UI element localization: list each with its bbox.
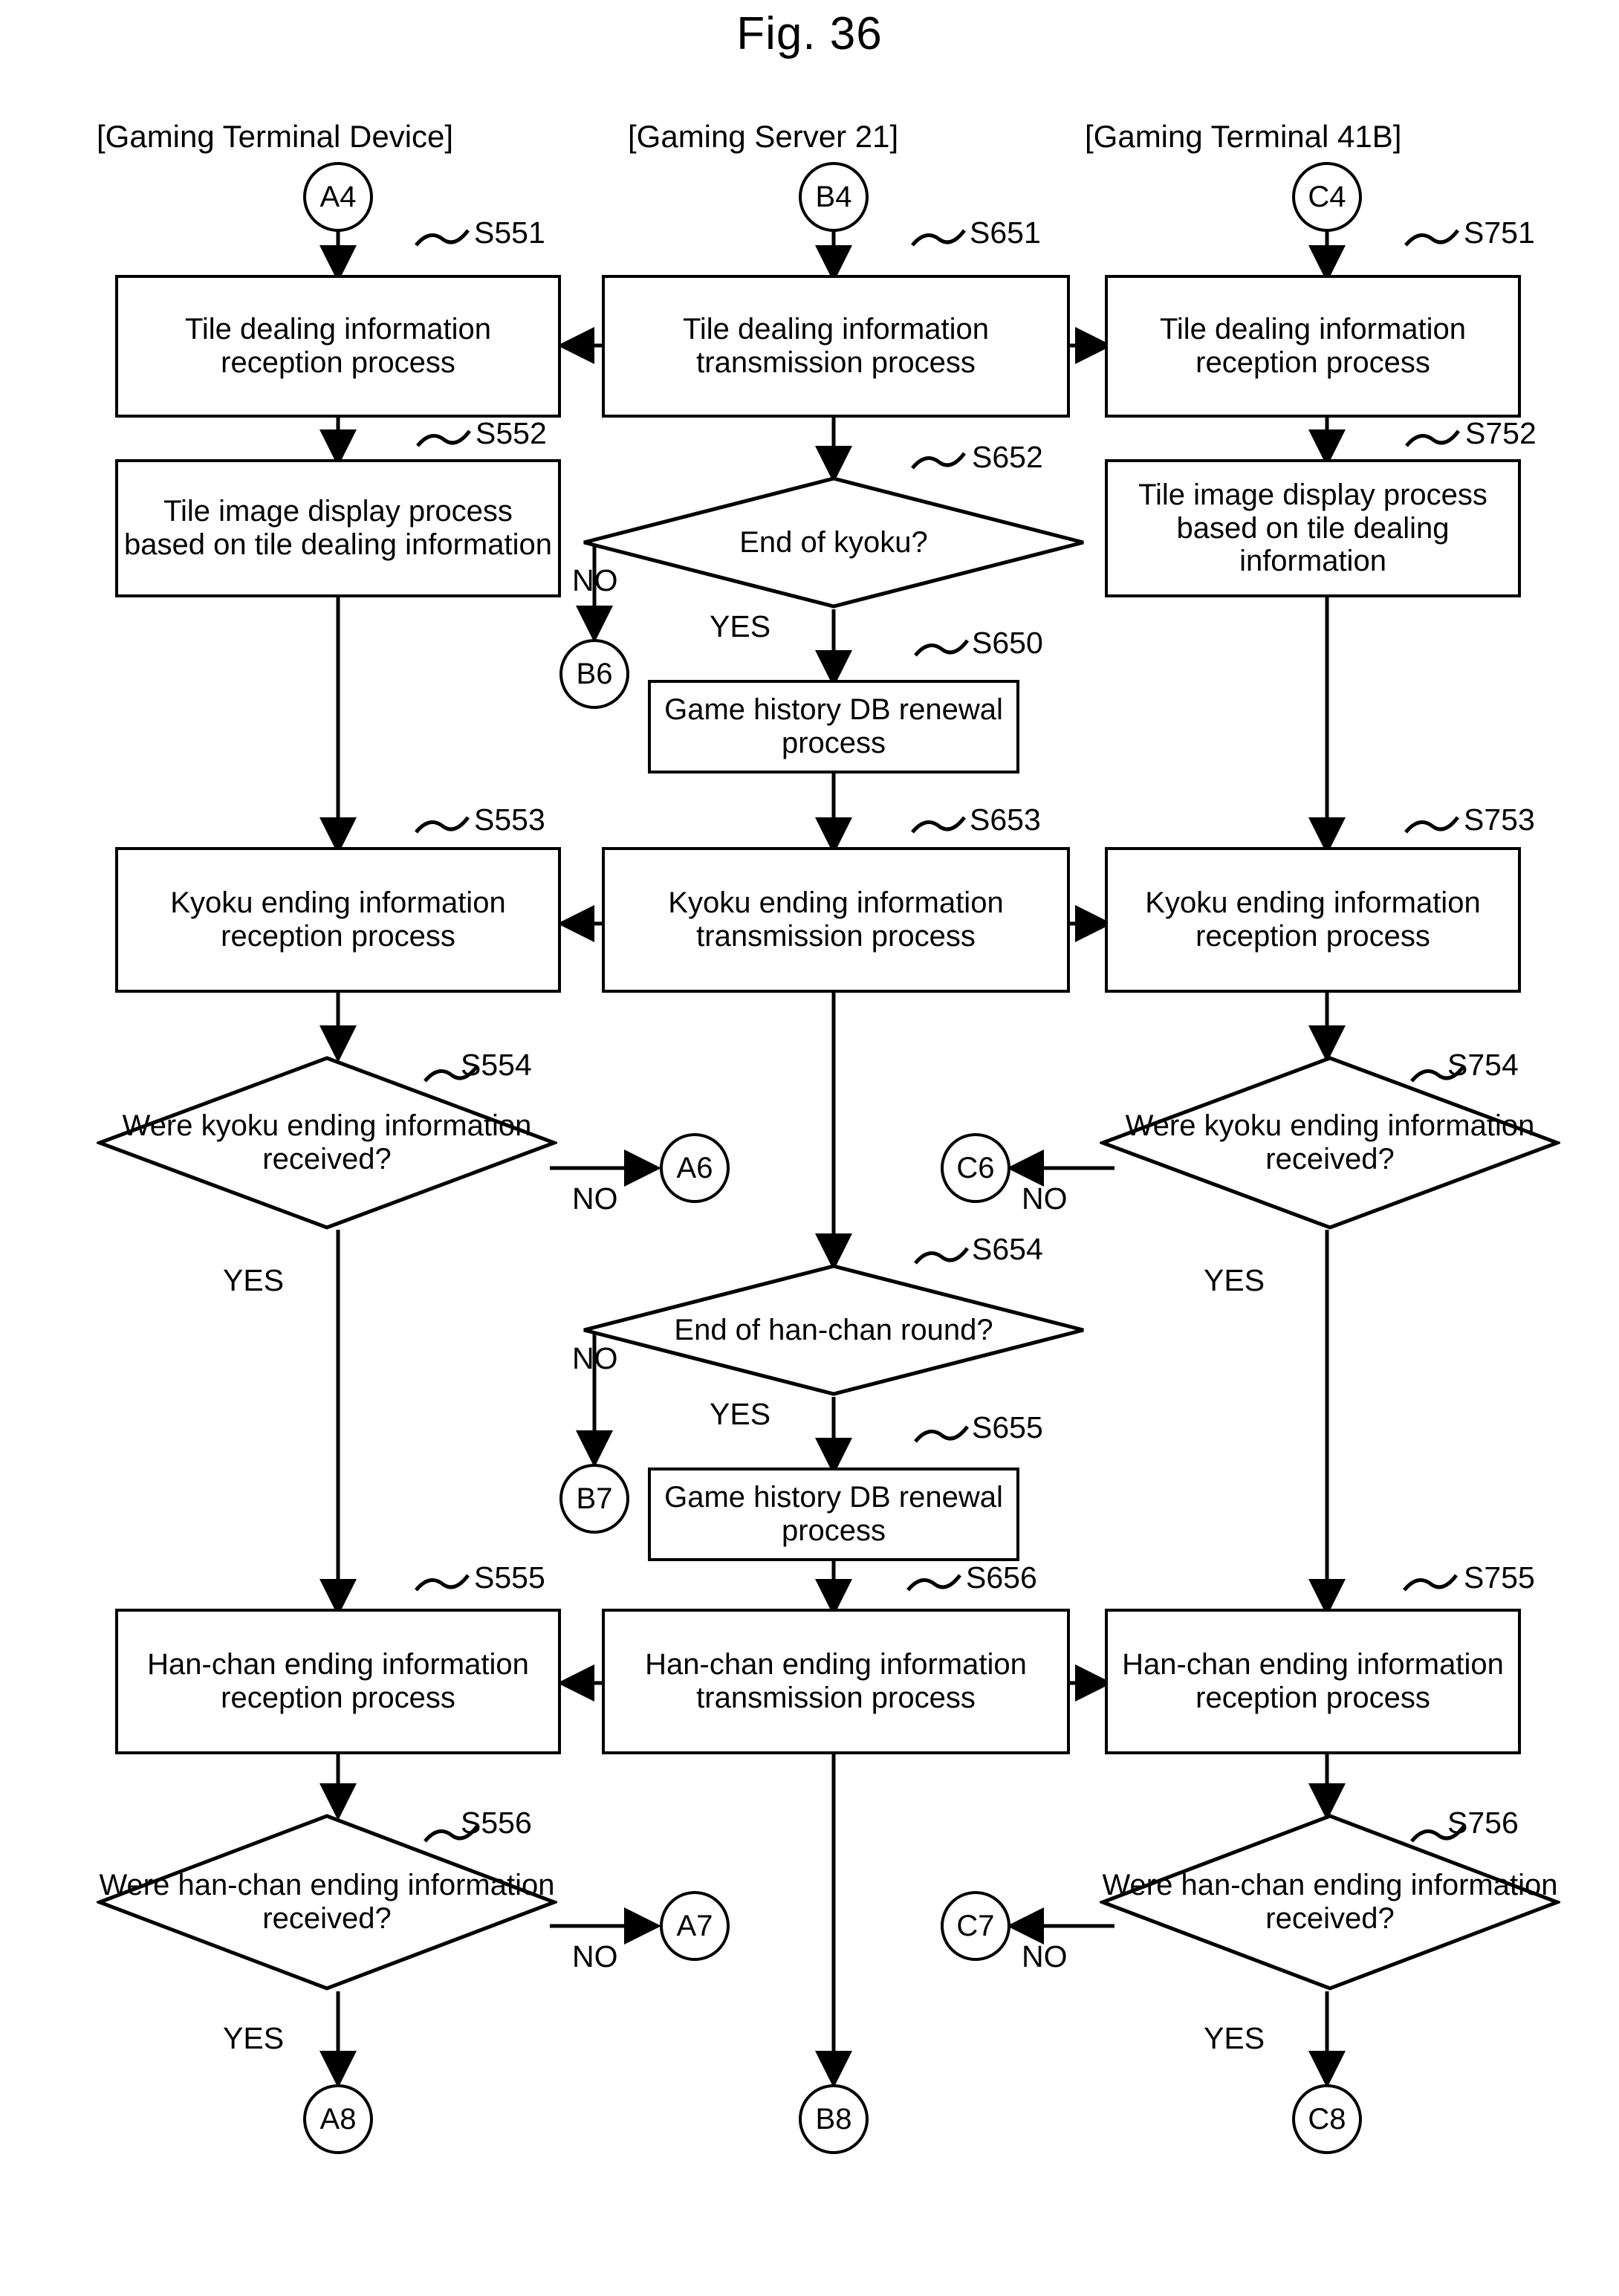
decision-s654-label: End of han-chan round? [674, 1313, 993, 1346]
branch-yes-s554: YES [223, 1263, 285, 1297]
branch-yes-s654: YES [710, 1397, 771, 1431]
connector-a6: A6 [660, 1133, 730, 1203]
connector-c6: C6 [941, 1133, 1010, 1203]
branch-yes-s754: YES [1204, 1263, 1265, 1297]
tag-s752: S752 [1465, 416, 1537, 450]
tag-s552: S552 [476, 416, 547, 450]
tag-s654: S654 [972, 1232, 1043, 1266]
connector-c7: C7 [941, 1891, 1010, 1961]
flowchart-canvas: Fig. 36 [Gaming Terminal Device] [Gaming… [0, 0, 1619, 2296]
tag-s655: S655 [972, 1410, 1043, 1444]
tag-s651: S651 [970, 215, 1041, 250]
tag-s652: S652 [972, 440, 1043, 474]
tag-s755: S755 [1464, 1560, 1535, 1595]
lane-title-terminal-41b: [Gaming Terminal 41B] [1085, 119, 1402, 154]
process-s553: Kyoku ending information reception proce… [115, 847, 561, 993]
branch-yes-s756: YES [1204, 2021, 1265, 2055]
tag-s553: S553 [474, 802, 545, 837]
process-s751: Tile dealing information reception proce… [1105, 275, 1521, 418]
tag-s656: S656 [966, 1560, 1037, 1595]
connector-c4: C4 [1292, 162, 1362, 232]
connector-b7: B7 [559, 1464, 629, 1534]
tag-s653: S653 [970, 802, 1041, 837]
connector-b6: B6 [559, 639, 629, 709]
decision-s652: End of kyoku? [581, 476, 1086, 609]
branch-no-s554: NO [572, 1181, 618, 1216]
branch-no-s754: NO [1022, 1181, 1068, 1216]
tag-s650: S650 [972, 626, 1043, 660]
process-s650: Game history DB renewal process [648, 680, 1019, 774]
connector-a4: A4 [303, 162, 373, 232]
process-s656: Han-chan ending information transmission… [602, 1609, 1070, 1754]
connector-a7: A7 [660, 1891, 730, 1961]
connector-b8: B8 [799, 2084, 869, 2154]
tag-s555: S555 [474, 1560, 545, 1595]
branch-yes-s652: YES [710, 609, 771, 643]
tag-s754: S754 [1447, 1048, 1519, 1082]
page-title: Fig. 36 [736, 8, 883, 59]
connector-c8: C8 [1292, 2084, 1362, 2154]
connector-a8: A8 [303, 2084, 373, 2154]
tag-s554: S554 [461, 1048, 532, 1082]
tag-s751: S751 [1464, 215, 1535, 250]
tag-s756: S756 [1447, 1806, 1519, 1840]
process-s651: Tile dealing information transmission pr… [602, 275, 1070, 418]
tag-s556: S556 [461, 1806, 532, 1840]
tag-s551: S551 [474, 215, 545, 250]
process-s552: Tile image display process based on tile… [115, 459, 561, 597]
lane-title-terminal-device: [Gaming Terminal Device] [97, 119, 454, 154]
connector-b4: B4 [799, 162, 869, 232]
branch-no-s556: NO [572, 1939, 618, 1974]
lane-title-gaming-server: [Gaming Server 21] [628, 119, 899, 154]
process-s653: Kyoku ending information transmission pr… [602, 847, 1070, 993]
branch-no-s654: NO [572, 1341, 618, 1375]
decision-s652-label: End of kyoku? [739, 525, 928, 559]
process-s551: Tile dealing information reception proce… [115, 275, 561, 418]
branch-no-s756: NO [1022, 1939, 1068, 1974]
process-s753: Kyoku ending information reception proce… [1105, 847, 1521, 993]
process-s752: Tile image display process based on tile… [1105, 459, 1521, 597]
branch-yes-s556: YES [223, 2021, 285, 2055]
decision-s654: End of han-chan round? [581, 1263, 1086, 1397]
process-s755: Han-chan ending information reception pr… [1105, 1609, 1521, 1754]
process-s655: Game history DB renewal process [648, 1468, 1019, 1561]
tag-s753: S753 [1464, 802, 1535, 837]
branch-no-s652: NO [572, 563, 618, 597]
process-s555: Han-chan ending information reception pr… [115, 1609, 561, 1754]
